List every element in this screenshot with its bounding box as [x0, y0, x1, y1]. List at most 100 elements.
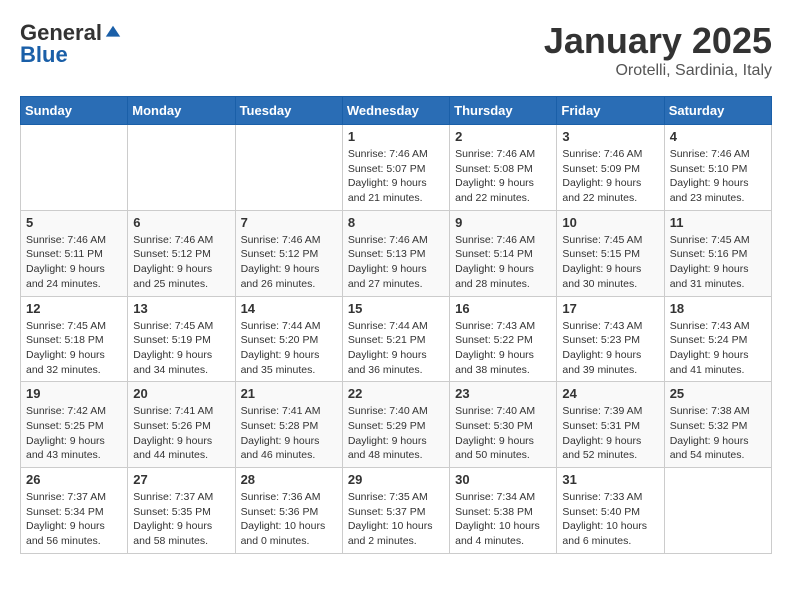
calendar-cell: 16 Sunrise: 7:43 AM Sunset: 5:22 PM Dayli… — [450, 296, 557, 382]
day-number: 8 — [348, 215, 444, 230]
calendar-cell: 23 Sunrise: 7:40 AM Sunset: 5:30 PM Dayli… — [450, 382, 557, 468]
calendar-cell: 27 Sunrise: 7:37 AM Sunset: 5:35 PM Dayli… — [128, 468, 235, 554]
calendar-cell: 5Sunrise: 7:46 AM Sunset: 5:11 PM Daylig… — [21, 210, 128, 296]
weekday-header-row: SundayMondayTuesdayWednesdayThursdayFrid… — [21, 97, 772, 125]
day-info: Sunrise: 7:46 AM Sunset: 5:09 PM Dayligh… — [562, 147, 658, 206]
day-number: 24 — [562, 386, 658, 401]
day-number: 22 — [348, 386, 444, 401]
calendar-cell: 25 Sunrise: 7:38 AM Sunset: 5:32 PM Dayli… — [664, 382, 771, 468]
day-info: Sunrise: 7:41 AM Sunset: 5:26 PM Dayligh… — [133, 404, 229, 463]
calendar-week-4: 19 Sunrise: 7:42 AM Sunset: 5:25 PM Dayli… — [21, 382, 772, 468]
day-number: 16 — [455, 301, 551, 316]
day-info: Sunrise: 7:46 AM Sunset: 5:08 PM Dayligh… — [455, 147, 551, 206]
calendar-cell: 11Sunrise: 7:45 AM Sunset: 5:16 PM Dayli… — [664, 210, 771, 296]
day-number: 14 — [241, 301, 337, 316]
day-info: Sunrise: 7:34 AM Sunset: 5:38 PM Dayligh… — [455, 490, 551, 549]
weekday-header-saturday: Saturday — [664, 97, 771, 125]
day-info: Sunrise: 7:46 AM Sunset: 5:10 PM Dayligh… — [670, 147, 766, 206]
day-number: 21 — [241, 386, 337, 401]
day-info: Sunrise: 7:44 AM Sunset: 5:20 PM Dayligh… — [241, 319, 337, 378]
weekday-header-tuesday: Tuesday — [235, 97, 342, 125]
calendar-cell: 31 Sunrise: 7:33 AM Sunset: 5:40 PM Dayli… — [557, 468, 664, 554]
day-number: 1 — [348, 129, 444, 144]
day-info: Sunrise: 7:46 AM Sunset: 5:11 PM Dayligh… — [26, 233, 122, 292]
day-info: Sunrise: 7:37 AM Sunset: 5:35 PM Dayligh… — [133, 490, 229, 549]
logo: General Blue — [20, 20, 122, 68]
day-info: Sunrise: 7:40 AM Sunset: 5:29 PM Dayligh… — [348, 404, 444, 463]
day-number: 26 — [26, 472, 122, 487]
day-number: 23 — [455, 386, 551, 401]
calendar-cell: 4 Sunrise: 7:46 AM Sunset: 5:10 PM Daylig… — [664, 125, 771, 211]
calendar-cell: 3 Sunrise: 7:46 AM Sunset: 5:09 PM Daylig… — [557, 125, 664, 211]
day-info: Sunrise: 7:33 AM Sunset: 5:40 PM Dayligh… — [562, 490, 658, 549]
logo-icon — [104, 24, 122, 42]
day-number: 17 — [562, 301, 658, 316]
day-info: Sunrise: 7:38 AM Sunset: 5:32 PM Dayligh… — [670, 404, 766, 463]
day-number: 10 — [562, 215, 658, 230]
day-number: 9 — [455, 215, 551, 230]
day-number: 31 — [562, 472, 658, 487]
calendar-cell — [21, 125, 128, 211]
calendar-cell: 10Sunrise: 7:45 AM Sunset: 5:15 PM Dayli… — [557, 210, 664, 296]
calendar-cell: 15 Sunrise: 7:44 AM Sunset: 5:21 PM Dayli… — [342, 296, 449, 382]
calendar-cell: 17 Sunrise: 7:43 AM Sunset: 5:23 PM Dayli… — [557, 296, 664, 382]
day-info: Sunrise: 7:46 AM Sunset: 5:07 PM Dayligh… — [348, 147, 444, 206]
month-title: January 2025 — [544, 20, 772, 62]
day-number: 2 — [455, 129, 551, 144]
day-number: 27 — [133, 472, 229, 487]
calendar-cell: 9 Sunrise: 7:46 AM Sunset: 5:14 PM Daylig… — [450, 210, 557, 296]
day-info: Sunrise: 7:37 AM Sunset: 5:34 PM Dayligh… — [26, 490, 122, 549]
day-number: 19 — [26, 386, 122, 401]
day-info: Sunrise: 7:36 AM Sunset: 5:36 PM Dayligh… — [241, 490, 337, 549]
day-info: Sunrise: 7:44 AM Sunset: 5:21 PM Dayligh… — [348, 319, 444, 378]
day-info: Sunrise: 7:45 AM Sunset: 5:16 PM Dayligh… — [670, 233, 766, 292]
day-number: 6 — [133, 215, 229, 230]
calendar-cell: 24 Sunrise: 7:39 AM Sunset: 5:31 PM Dayli… — [557, 382, 664, 468]
day-number: 20 — [133, 386, 229, 401]
calendar-cell: 19 Sunrise: 7:42 AM Sunset: 5:25 PM Dayli… — [21, 382, 128, 468]
day-info: Sunrise: 7:46 AM Sunset: 5:12 PM Dayligh… — [133, 233, 229, 292]
day-number: 3 — [562, 129, 658, 144]
calendar-cell: 21Sunrise: 7:41 AM Sunset: 5:28 PM Dayli… — [235, 382, 342, 468]
day-info: Sunrise: 7:42 AM Sunset: 5:25 PM Dayligh… — [26, 404, 122, 463]
calendar-cell: 26 Sunrise: 7:37 AM Sunset: 5:34 PM Dayli… — [21, 468, 128, 554]
calendar-cell: 6 Sunrise: 7:46 AM Sunset: 5:12 PM Daylig… — [128, 210, 235, 296]
weekday-header-wednesday: Wednesday — [342, 97, 449, 125]
weekday-header-thursday: Thursday — [450, 97, 557, 125]
day-info: Sunrise: 7:45 AM Sunset: 5:19 PM Dayligh… — [133, 319, 229, 378]
calendar-cell — [128, 125, 235, 211]
day-number: 29 — [348, 472, 444, 487]
calendar-cell — [235, 125, 342, 211]
day-info: Sunrise: 7:40 AM Sunset: 5:30 PM Dayligh… — [455, 404, 551, 463]
day-number: 30 — [455, 472, 551, 487]
day-number: 28 — [241, 472, 337, 487]
weekday-header-friday: Friday — [557, 97, 664, 125]
calendar-cell: 22 Sunrise: 7:40 AM Sunset: 5:29 PM Dayli… — [342, 382, 449, 468]
calendar-week-1: 1 Sunrise: 7:46 AM Sunset: 5:07 PM Daylig… — [21, 125, 772, 211]
weekday-header-monday: Monday — [128, 97, 235, 125]
calendar-cell: 20 Sunrise: 7:41 AM Sunset: 5:26 PM Dayli… — [128, 382, 235, 468]
calendar-cell: 28 Sunrise: 7:36 AM Sunset: 5:36 PM Dayli… — [235, 468, 342, 554]
calendar-cell: 1 Sunrise: 7:46 AM Sunset: 5:07 PM Daylig… — [342, 125, 449, 211]
calendar-week-3: 12Sunrise: 7:45 AM Sunset: 5:18 PM Dayli… — [21, 296, 772, 382]
weekday-header-sunday: Sunday — [21, 97, 128, 125]
day-info: Sunrise: 7:46 AM Sunset: 5:13 PM Dayligh… — [348, 233, 444, 292]
day-info: Sunrise: 7:43 AM Sunset: 5:23 PM Dayligh… — [562, 319, 658, 378]
day-number: 4 — [670, 129, 766, 144]
calendar-table: SundayMondayTuesdayWednesdayThursdayFrid… — [20, 96, 772, 554]
title-section: January 2025 Orotelli, Sardinia, Italy — [544, 20, 772, 80]
day-number: 15 — [348, 301, 444, 316]
logo-blue-text: Blue — [20, 42, 68, 67]
calendar-cell — [664, 468, 771, 554]
day-info: Sunrise: 7:46 AM Sunset: 5:14 PM Dayligh… — [455, 233, 551, 292]
day-info: Sunrise: 7:45 AM Sunset: 5:18 PM Dayligh… — [26, 319, 122, 378]
day-number: 7 — [241, 215, 337, 230]
page-header: General Blue January 2025 Orotelli, Sard… — [20, 20, 772, 80]
day-info: Sunrise: 7:39 AM Sunset: 5:31 PM Dayligh… — [562, 404, 658, 463]
day-info: Sunrise: 7:43 AM Sunset: 5:22 PM Dayligh… — [455, 319, 551, 378]
day-info: Sunrise: 7:43 AM Sunset: 5:24 PM Dayligh… — [670, 319, 766, 378]
calendar-cell: 8 Sunrise: 7:46 AM Sunset: 5:13 PM Daylig… — [342, 210, 449, 296]
calendar-week-5: 26 Sunrise: 7:37 AM Sunset: 5:34 PM Dayli… — [21, 468, 772, 554]
day-number: 25 — [670, 386, 766, 401]
calendar-cell: 7Sunrise: 7:46 AM Sunset: 5:12 PM Daylig… — [235, 210, 342, 296]
